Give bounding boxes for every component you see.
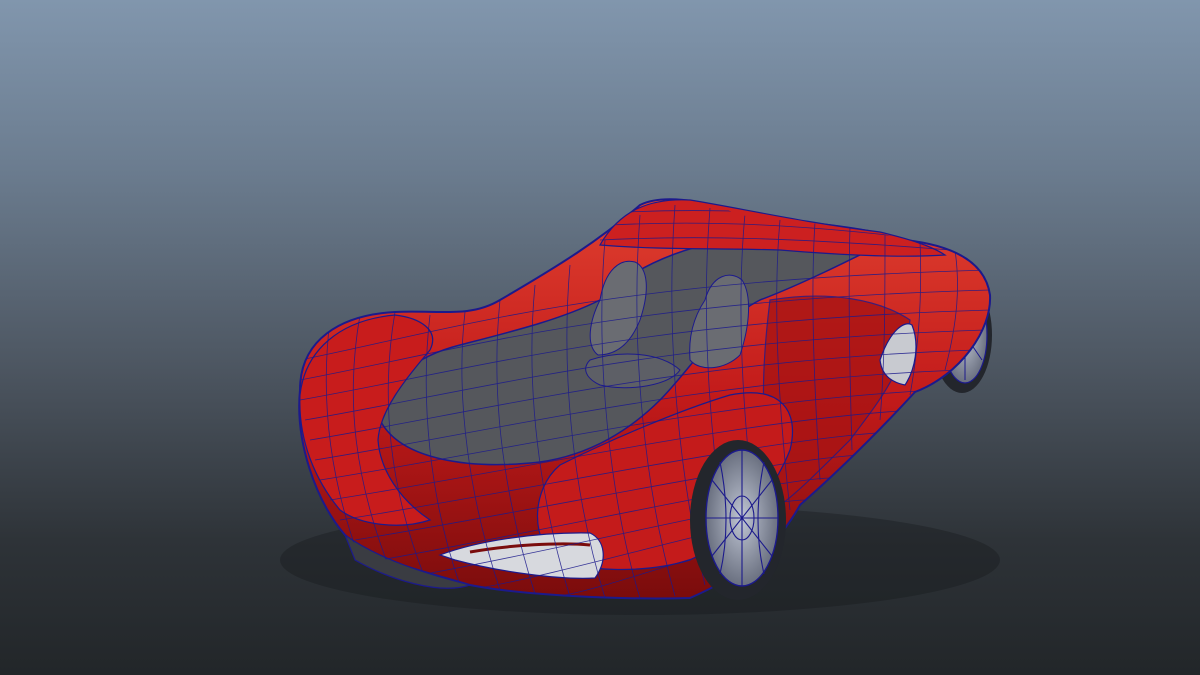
car-model[interactable] <box>0 0 1200 675</box>
front-wheel <box>690 440 786 600</box>
3d-viewport[interactable] <box>0 0 1200 675</box>
